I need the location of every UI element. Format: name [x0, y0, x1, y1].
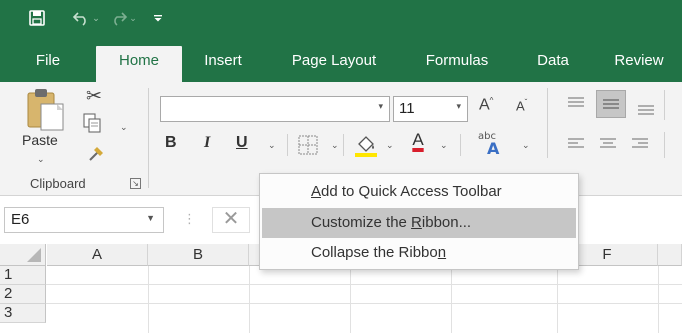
decrease-font-size-icon[interactable]: Aˇ [516, 98, 527, 113]
menu-item-add-to-quick-access-toolbar[interactable]: Add to Quick Access Toolbar [262, 177, 576, 207]
underline-dropdown-icon[interactable]: ⌄ [268, 140, 276, 151]
name-box[interactable]: E6 ▼ [4, 207, 164, 233]
paste-dropdown-icon[interactable]: ⌄ [37, 154, 45, 165]
row-header-3[interactable]: 3 [0, 304, 46, 323]
column-gridline [148, 266, 149, 333]
font-size-dropdown-icon[interactable]: ▾ [456, 101, 461, 112]
save-icon[interactable] [26, 6, 48, 30]
group-separator [547, 88, 548, 158]
menu-item-collapse-the-ribbon[interactable]: Collapse the Ribbon [262, 238, 576, 268]
copy-icon[interactable] [82, 112, 104, 139]
formula-bar-grip-icon[interactable]: ⋮ [183, 211, 196, 227]
tab-file[interactable]: File [28, 46, 68, 82]
align-top-icon[interactable] [566, 94, 586, 119]
align-center-icon[interactable] [598, 134, 618, 159]
font-size-combobox[interactable]: 11 ▾ [393, 96, 468, 122]
column-gridline [350, 266, 351, 333]
align-left-icon[interactable] [566, 134, 586, 159]
column-gridline [557, 266, 558, 333]
divider [664, 132, 665, 158]
italic-button[interactable]: I [204, 134, 210, 152]
undo-icon[interactable] [70, 6, 92, 30]
format-painter-icon[interactable] [86, 142, 108, 169]
menu-item-customize-the-ribbon[interactable]: Customize the Ribbon... [262, 208, 576, 238]
divider [287, 134, 288, 156]
customize-qat-icon[interactable] [147, 6, 169, 30]
ribbon-tabs: File Home Insert Page Layout Formulas Da… [0, 36, 682, 82]
undo-dropdown-icon[interactable]: ⌄ [90, 6, 102, 30]
clipboard-dialog-launcher-icon[interactable]: ↘ [130, 178, 141, 189]
name-box-value: E6 [11, 211, 30, 228]
svg-text:A: A [487, 139, 500, 156]
name-box-dropdown-icon[interactable]: ▼ [146, 213, 155, 223]
paste-label[interactable]: Paste [22, 132, 58, 148]
align-middle-icon[interactable] [596, 90, 626, 118]
phonetic-dropdown-icon[interactable]: ⌄ [522, 140, 530, 151]
align-right-icon[interactable] [630, 134, 650, 159]
tab-insert[interactable]: Insert [193, 46, 253, 82]
font-name-dropdown-icon[interactable]: ▾ [378, 101, 383, 112]
column-header-b[interactable]: B [148, 244, 249, 266]
quick-access-toolbar: ⌄ ⌄ [0, 0, 682, 36]
tab-home[interactable]: Home [96, 46, 182, 82]
align-bottom-icon[interactable] [636, 98, 656, 123]
redo-dropdown-icon[interactable]: ⌄ [127, 6, 139, 30]
row-header-1[interactable]: 1 [0, 266, 46, 285]
select-all-button[interactable] [0, 244, 46, 266]
row-gridline [46, 284, 682, 285]
borders-icon[interactable] [297, 134, 319, 161]
tab-formulas[interactable]: Formulas [414, 46, 500, 82]
column-gridline [451, 266, 452, 333]
column-gridline [658, 266, 659, 333]
clipboard-group-label: Clipboard [30, 176, 86, 191]
divider [664, 90, 665, 120]
font-size-value: 11 [399, 100, 415, 117]
fill-color-icon[interactable] [353, 132, 379, 163]
tab-review[interactable]: Review [606, 46, 672, 82]
fill-color-dropdown-icon[interactable]: ⌄ [386, 140, 394, 151]
cut-icon[interactable]: ✂ [86, 85, 102, 108]
tab-data[interactable]: Data [530, 46, 576, 82]
column-header-g[interactable] [658, 244, 682, 266]
paste-icon[interactable] [26, 88, 66, 137]
row-header-2[interactable]: 2 [0, 285, 46, 304]
font-color-dropdown-icon[interactable]: ⌄ [440, 140, 448, 151]
divider [460, 134, 461, 156]
cancel-icon[interactable]: ✕ [212, 207, 250, 233]
tab-page-layout[interactable]: Page Layout [281, 46, 387, 82]
bold-button[interactable]: B [165, 134, 177, 152]
phonetic-guide-icon[interactable]: abc A [475, 128, 509, 161]
copy-dropdown-icon[interactable]: ⌄ [120, 122, 128, 133]
font-color-icon[interactable]: A [406, 130, 430, 150]
divider [343, 134, 344, 156]
row-gridline [46, 303, 682, 304]
column-gridline [249, 266, 250, 333]
underline-button[interactable]: U [236, 134, 248, 152]
borders-dropdown-icon[interactable]: ⌄ [331, 140, 339, 151]
ribbon-context-menu: Add to Quick Access Toolbar Customize th… [259, 173, 579, 270]
increase-font-size-icon[interactable]: A^ [479, 96, 493, 114]
column-header-a[interactable]: A [47, 244, 148, 266]
group-separator [148, 88, 149, 188]
font-name-combobox[interactable]: ▾ [160, 96, 390, 122]
